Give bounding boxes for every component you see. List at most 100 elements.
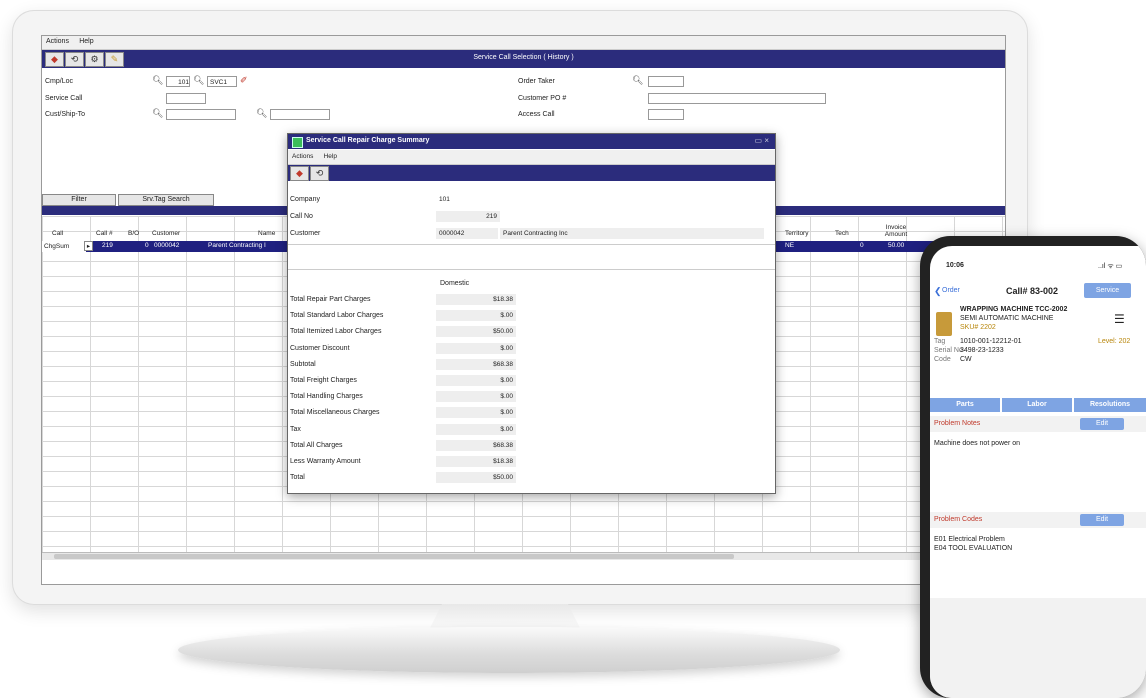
machine-name: WRAPPING MACHINE TCC-2002	[960, 306, 1068, 313]
access-call-field[interactable]	[648, 109, 684, 120]
service-button[interactable]: Service	[1084, 283, 1131, 298]
row-call-number: 219	[102, 242, 113, 249]
charge-value: $.00	[436, 407, 516, 419]
charge-value: $50.00	[436, 326, 516, 338]
charge-label: Total Freight Charges	[290, 377, 357, 384]
code-value: CW	[960, 356, 972, 363]
divider	[288, 244, 775, 245]
edit-codes-button[interactable]: Edit	[1080, 514, 1124, 526]
charge-value: $18.38	[436, 294, 516, 305]
problem-notes-text: Machine does not power on	[934, 440, 1020, 447]
access-call-label: Access Call	[518, 111, 555, 118]
back-link[interactable]: Order	[942, 287, 960, 294]
company-field[interactable]: 101	[166, 76, 190, 87]
charge-value: $18.38	[436, 456, 516, 467]
row-name: Parent Contracting I	[208, 242, 266, 249]
machine-sku: SKU# 2202	[960, 324, 996, 331]
search-icon[interactable]: 🔍︎	[256, 108, 267, 119]
window-titlebar: ◆ ⟲ ⚙ ✎ Service Call Selection ( History…	[42, 50, 1005, 68]
location-field[interactable]: SVC1	[207, 76, 237, 87]
back-chevron-icon[interactable]: ❮	[934, 286, 942, 297]
tab-parts[interactable]: Parts	[930, 398, 1000, 412]
horizontal-scrollbar[interactable]	[42, 552, 1005, 560]
window-controls-icon[interactable]: ▭ ×	[755, 136, 769, 145]
charge-label: Less Warranty Amount	[290, 458, 361, 465]
cmp-loc-label: Cmp/Loc	[45, 78, 74, 85]
order-taker-field[interactable]	[648, 76, 684, 87]
call-title: Call# 83-002	[1006, 286, 1059, 296]
problem-code-item: E04 TOOL EVALUATION	[934, 545, 1013, 552]
machine-icon	[936, 312, 952, 336]
row-invoice-amount: 50.00	[888, 242, 905, 249]
tag-search-button[interactable]: Srv.Tag Search	[118, 194, 214, 206]
service-call-field[interactable]	[166, 93, 206, 104]
column-header-customer[interactable]: Customer	[152, 230, 180, 237]
column-header-name[interactable]: Name	[258, 230, 275, 237]
monitor-neck	[430, 604, 580, 628]
charge-value: $.00	[436, 423, 516, 435]
mobile-phone: 10:06 ..ıl ᯤ ▭ ❮ Order Call# 83-002 Serv…	[920, 236, 1146, 698]
charge-label: Subtotal	[290, 360, 316, 368]
dialog-toolbar: ◆ ⟲	[288, 165, 775, 181]
row-bo: 0	[145, 242, 149, 249]
charge-summary-dialog: Service Call Repair Charge Summary ▭ × A…	[287, 133, 776, 494]
column-header-call[interactable]: Call	[52, 230, 63, 237]
charge-value: $68.38	[436, 439, 516, 451]
tag-value: 1010-001-12212-01	[960, 338, 1022, 345]
menu-help[interactable]: Help	[75, 36, 97, 47]
column-header-tech[interactable]: Tech	[835, 230, 849, 237]
column-header-bo[interactable]: B/O	[128, 230, 139, 237]
column-header-call-number[interactable]: Call #	[96, 230, 113, 237]
menu-actions[interactable]: Actions	[42, 36, 73, 47]
filter-button[interactable]: Filter	[42, 194, 116, 206]
clear-icon[interactable]: ✐	[240, 75, 248, 86]
problem-notes-title: Problem Notes	[934, 420, 981, 427]
dialog-title: Service Call Repair Charge Summary	[306, 137, 430, 144]
charge-label: Total Repair Part Charges	[290, 296, 371, 303]
service-call-label: Service Call	[45, 95, 83, 102]
menu-actions[interactable]: Actions	[288, 150, 317, 163]
cust-ship-label: Cust/Ship-To	[45, 111, 86, 118]
back-arrow-icon[interactable]: ◆	[290, 166, 309, 181]
refresh-icon[interactable]: ⟲	[310, 166, 329, 181]
tag-label: Tag	[934, 338, 946, 345]
customer-number: 0000042	[436, 228, 498, 239]
machine-type: SEMI AUTOMATIC MACHINE	[960, 315, 1054, 322]
tab-labor[interactable]: Labor	[1002, 398, 1072, 412]
charge-label: Total	[290, 474, 305, 482]
app-icon	[292, 137, 303, 148]
status-icons: ..ıl ᯤ ▭	[1098, 263, 1123, 270]
divider	[288, 269, 775, 270]
problem-code-item: E01 Electrical Problem	[934, 536, 1005, 543]
expand-icon[interactable]: ▸	[84, 241, 93, 251]
charge-label: Total All Charges	[290, 441, 343, 449]
customer-po-field[interactable]	[648, 93, 826, 104]
hamburger-menu-icon[interactable]: ☰	[1114, 312, 1125, 326]
search-icon[interactable]: 🔍︎	[193, 75, 204, 86]
charge-label: Customer Discount	[290, 344, 350, 352]
search-icon[interactable]: 🔍︎	[152, 108, 163, 119]
search-icon[interactable]: 🔍︎	[152, 75, 163, 86]
company-value: 101	[439, 196, 450, 203]
search-icon[interactable]: 🔍︎	[632, 75, 643, 86]
column-header-territory[interactable]: Territory	[785, 230, 808, 237]
charge-label: Total Standard Labor Charges	[290, 312, 384, 320]
charge-label: Tax	[290, 425, 301, 433]
row-tech: 0	[860, 242, 864, 249]
call-no-label: Call No	[290, 213, 313, 220]
edit-notes-button[interactable]: Edit	[1080, 418, 1124, 430]
customer-name: Parent Contracting Inc	[500, 228, 764, 239]
dialog-titlebar: Service Call Repair Charge Summary ▭ ×	[288, 134, 775, 149]
ship-to-field[interactable]	[270, 109, 330, 120]
scroll-thumb[interactable]	[54, 554, 734, 559]
charge-value: $.00	[436, 391, 516, 403]
column-header-invoice-amount[interactable]: Invoice Amount	[878, 224, 914, 238]
customer-field[interactable]	[166, 109, 236, 120]
domestic-column-header: Domestic	[440, 280, 470, 287]
menu-help[interactable]: Help	[320, 150, 341, 163]
charge-value: $.00	[436, 310, 516, 322]
charge-label: Total Miscellaneous Charges	[290, 409, 380, 417]
tab-resolutions[interactable]: Resolutions	[1074, 398, 1146, 412]
serial-label: Serial No	[934, 347, 963, 354]
code-label: Code	[934, 356, 951, 363]
